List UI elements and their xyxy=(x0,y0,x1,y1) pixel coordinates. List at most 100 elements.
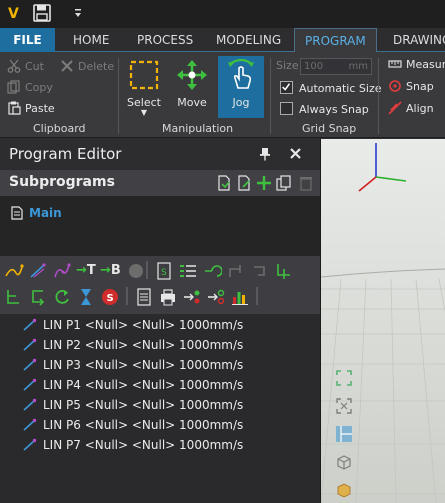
statement-row[interactable]: LIN P7 <Null> <Null> 1000mm/s xyxy=(22,438,243,458)
if-icon[interactable] xyxy=(226,261,246,281)
ruler-icon xyxy=(388,60,402,68)
measure-label: Measure xyxy=(406,58,445,71)
statement-row[interactable]: LIN P6 <Null> <Null> 1000mm/s xyxy=(22,418,243,438)
tab-drawing[interactable]: DRAWING xyxy=(383,28,445,52)
select-button[interactable]: Select ▼ xyxy=(121,56,167,118)
branch-icon[interactable] xyxy=(4,287,24,307)
automatic-size-checkbox[interactable]: Automatic Size xyxy=(280,80,382,98)
pin-icon[interactable] xyxy=(258,147,272,161)
call-subprogram-icon[interactable]: S xyxy=(154,261,174,281)
ribbon-separator xyxy=(270,58,271,134)
tab-program[interactable]: PROGRAM xyxy=(294,28,377,53)
statement-row[interactable]: LIN P4 <Null> <Null> 1000mm/s xyxy=(22,378,243,398)
duplicate-icon[interactable] xyxy=(276,175,292,191)
tab-process[interactable]: PROCESS xyxy=(127,28,203,52)
svg-text:S: S xyxy=(107,293,114,304)
cut-button[interactable]: Cut xyxy=(7,58,44,76)
snap-button[interactable]: Snap xyxy=(388,78,434,96)
panel-title: Program Editor xyxy=(9,145,122,163)
return-icon[interactable] xyxy=(274,261,294,281)
title-bar: V xyxy=(0,0,445,28)
record-icon[interactable] xyxy=(126,261,146,281)
size-input[interactable]: 100 mm xyxy=(300,58,372,75)
add-text-comment-icon[interactable]: →T xyxy=(76,261,96,281)
jog-label: Jog xyxy=(232,96,250,109)
ptp-motion-icon[interactable] xyxy=(4,261,24,281)
trash-icon[interactable] xyxy=(298,175,314,191)
save-icon[interactable] xyxy=(33,4,51,22)
quick-access-menu-icon[interactable] xyxy=(72,6,84,20)
jog-button[interactable]: Jog xyxy=(218,56,264,118)
lin-statement-icon xyxy=(23,378,37,391)
app-logo: V xyxy=(8,6,19,22)
statement-row[interactable]: LIN P5 <Null> <Null> 1000mm/s xyxy=(22,398,243,418)
zoom-selection-icon[interactable] xyxy=(335,397,353,415)
statement-row[interactable]: LIN P2 <Null> <Null> 1000mm/s xyxy=(22,338,243,358)
statement-text: LIN P2 <Null> <Null> 1000mm/s xyxy=(43,338,244,352)
statement-row[interactable]: LIN P1 <Null> <Null> 1000mm/s xyxy=(22,318,243,338)
delete-button[interactable]: Delete xyxy=(60,58,114,76)
close-icon[interactable] xyxy=(288,146,303,161)
b-glyph: B xyxy=(110,263,121,278)
display-mode-icon[interactable] xyxy=(335,481,353,499)
ribbon-separator xyxy=(378,58,379,134)
add-icon[interactable] xyxy=(256,175,272,191)
jog-hand-icon xyxy=(228,58,254,89)
fit-view-icon[interactable] xyxy=(335,369,353,387)
paste-label: Paste xyxy=(25,102,55,115)
measure-button[interactable]: Measure xyxy=(388,56,445,74)
define-io-icon[interactable] xyxy=(178,261,198,281)
size-label: Size xyxy=(276,59,299,72)
set-signal-icon[interactable] xyxy=(182,287,202,307)
always-snap-checkbox[interactable]: Always Snap xyxy=(280,101,369,119)
subprograms-title: Subprograms xyxy=(9,174,115,190)
subprograms-header: Subprograms xyxy=(0,170,320,196)
hourglass-icon[interactable] xyxy=(76,287,96,307)
cube-view-icon[interactable] xyxy=(335,453,353,471)
stop-icon[interactable]: S xyxy=(100,287,120,307)
toolbar-separator xyxy=(256,287,258,305)
copy-icon xyxy=(7,80,20,94)
comment-icon[interactable] xyxy=(134,287,154,307)
paste-icon xyxy=(8,101,21,115)
tab-file[interactable]: FILE xyxy=(0,28,55,52)
circ-motion-icon[interactable] xyxy=(52,261,72,281)
ribbon-tabs: FILE HOME PROCESS MODELING PROGRAM DRAWI… xyxy=(0,28,445,53)
lin-motion-icon[interactable] xyxy=(28,261,48,281)
print-icon[interactable] xyxy=(158,287,178,307)
rename-subprogram-icon[interactable] xyxy=(236,175,252,191)
svg-text:S: S xyxy=(161,268,167,278)
wait-signal-icon[interactable] xyxy=(206,287,226,307)
selection-box-icon xyxy=(129,60,159,90)
loop-icon[interactable] xyxy=(202,261,222,281)
statistics-icon[interactable] xyxy=(230,287,250,307)
move-label: Move xyxy=(177,96,207,109)
statement-text: LIN P1 <Null> <Null> 1000mm/s xyxy=(43,318,244,332)
while-icon[interactable] xyxy=(250,261,270,281)
tab-modeling[interactable]: MODELING xyxy=(206,28,291,52)
snap-target-icon xyxy=(389,80,401,92)
chevron-down-icon: ▼ xyxy=(140,108,148,117)
view-layout-icon[interactable] xyxy=(335,425,353,443)
lin-statement-icon xyxy=(23,418,37,431)
tab-home[interactable]: HOME xyxy=(63,28,119,52)
statement-list: LIN P1 <Null> <Null> 1000mm/s LIN P2 <Nu… xyxy=(0,314,320,503)
paste-button[interactable]: Paste xyxy=(7,100,55,118)
grid-snap-group-label: Grid Snap xyxy=(302,122,357,135)
manipulation-group-label: Manipulation xyxy=(162,122,234,135)
copy-button[interactable]: Copy xyxy=(7,79,53,97)
lin-statement-icon xyxy=(23,398,37,411)
new-subprogram-icon[interactable] xyxy=(216,175,232,191)
subprogram-main[interactable]: Main xyxy=(11,206,62,222)
statement-row[interactable]: LIN P3 <Null> <Null> 1000mm/s xyxy=(22,358,243,378)
ribbon-panel: Cut Delete Copy Paste Clipboard Select ▼… xyxy=(0,52,445,138)
statement-text: LIN P4 <Null> <Null> 1000mm/s xyxy=(43,378,244,392)
move-button[interactable]: Move xyxy=(169,56,215,118)
align-button[interactable]: Align xyxy=(388,100,434,118)
main-subprogram-label: Main xyxy=(29,206,62,220)
refresh-icon[interactable] xyxy=(52,287,72,307)
add-break-icon[interactable]: →B xyxy=(100,261,121,281)
align-icon xyxy=(388,101,402,115)
3d-viewport[interactable] xyxy=(320,139,445,503)
procedure-return-icon[interactable] xyxy=(28,287,48,307)
